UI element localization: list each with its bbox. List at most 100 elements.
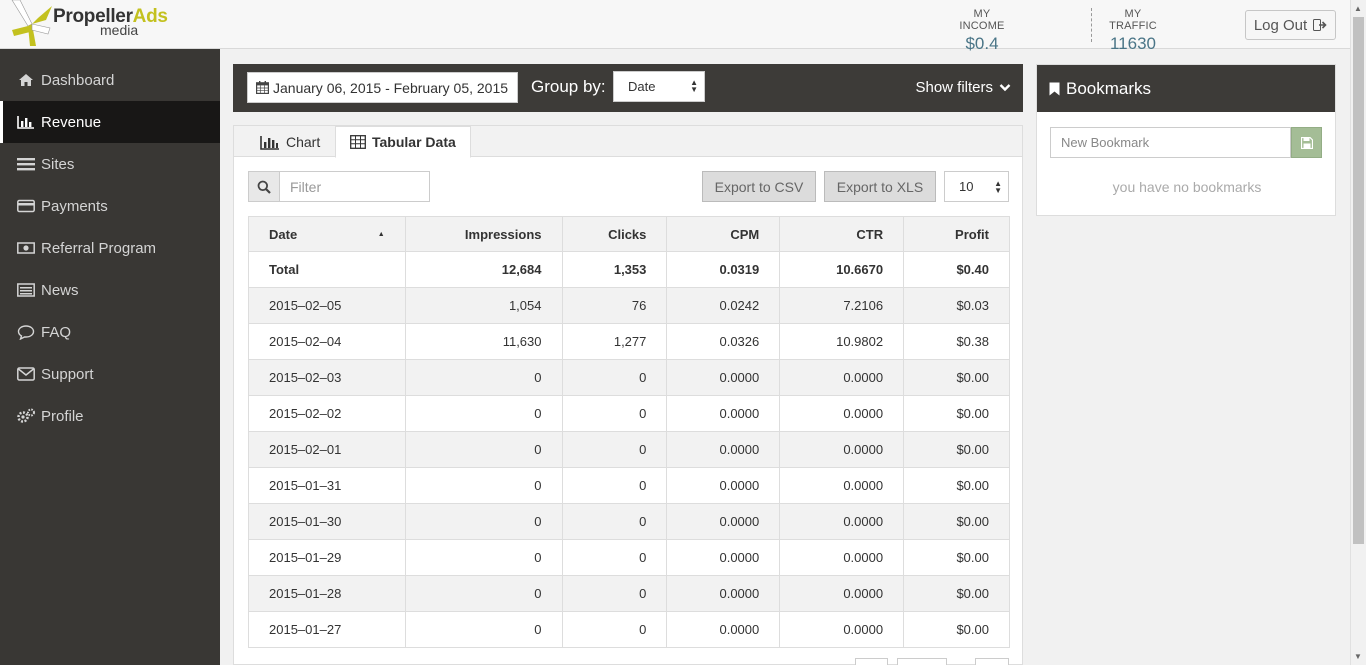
pagination-next-button[interactable] xyxy=(975,658,1009,665)
sidebar: Dashboard Revenue Sites Payments Referra… xyxy=(0,49,220,665)
table-cell: 2015–01–30 xyxy=(248,503,406,540)
gears-icon xyxy=(16,408,36,424)
table-cell: 0 xyxy=(561,359,668,396)
table-cell: 0 xyxy=(561,503,668,540)
group-by-select[interactable]: Date ▲ ▼ xyxy=(613,71,705,102)
export-xls-button[interactable]: Export to XLS xyxy=(824,171,936,202)
table-cell: 0.0326 xyxy=(666,323,781,360)
credit-card-icon xyxy=(16,198,36,214)
comment-icon xyxy=(16,324,36,340)
sidebar-item-label: Sites xyxy=(41,155,75,173)
bookmarks-header: Bookmarks xyxy=(1037,65,1335,112)
date-range-value: January 06, 2015 - February 05, 2015 xyxy=(273,79,509,96)
bookmarks-empty-message: you have no bookmarks xyxy=(1112,179,1262,195)
table-total-row: Total 12,684 1,353 0.0319 10.6670 $0.40 xyxy=(248,251,1010,288)
table-cell: 1,277 xyxy=(561,323,668,360)
save-bookmark-button[interactable] xyxy=(1291,127,1322,158)
sidebar-item-label: Revenue xyxy=(41,113,102,131)
table-cell: 0.0000 xyxy=(666,359,781,396)
column-header-clicks[interactable]: Clicks xyxy=(561,216,668,252)
tab-chart[interactable]: Chart xyxy=(246,126,334,158)
table-cell: 2015–02–05 xyxy=(248,287,406,324)
sign-out-icon xyxy=(1313,19,1327,31)
table-row: 2015–01–31 0 0 0.0000 0.0000 $0.00 xyxy=(248,467,1010,504)
sidebar-item-faq[interactable]: FAQ xyxy=(0,311,220,353)
scrollbar-thumb[interactable] xyxy=(1353,17,1364,544)
propeller-logo-icon xyxy=(11,0,52,46)
sidebar-item-support[interactable]: Support xyxy=(0,353,220,395)
scroll-down-arrow-icon[interactable]: ▼ xyxy=(1354,652,1362,661)
sidebar-item-label: News xyxy=(41,281,79,299)
logo-subtitle: media xyxy=(100,22,139,38)
table-cell: 1,054 xyxy=(404,287,563,324)
sidebar-item-profile[interactable]: Profile xyxy=(0,395,220,437)
table-row: 2015–02–05 1,054 76 0.0242 7.2106 $0.03 xyxy=(248,287,1010,324)
table-cell: 2015–01–27 xyxy=(248,611,406,648)
new-bookmark-input[interactable] xyxy=(1050,127,1291,158)
sidebar-item-revenue[interactable]: Revenue xyxy=(0,101,220,143)
revenue-table: Date ▲ Impressions Clicks CPM CTR Profit … xyxy=(248,216,1010,648)
column-header-cpm[interactable]: CPM xyxy=(666,216,781,252)
column-header-ctr[interactable]: CTR xyxy=(779,216,905,252)
table-cell: 2015–02–04 xyxy=(248,323,406,360)
sidebar-item-dashboard[interactable]: Dashboard xyxy=(0,59,220,101)
table-cell: 0.0000 xyxy=(779,467,905,504)
sidebar-item-news[interactable]: News xyxy=(0,269,220,311)
sidebar-item-sites[interactable]: Sites xyxy=(0,143,220,185)
table-cell: $0.00 xyxy=(903,431,1010,468)
column-header-impressions[interactable]: Impressions xyxy=(404,216,563,252)
propellerads-logo[interactable]: PropellerAds media xyxy=(10,0,170,48)
table-cell: $0.00 xyxy=(903,575,1010,612)
table-cell: 0 xyxy=(404,503,563,540)
table-cell: 10.6670 xyxy=(779,251,905,288)
group-by-value: Date xyxy=(628,79,656,94)
sort-asc-icon: ▲ xyxy=(377,230,385,238)
export-csv-button[interactable]: Export to CSV xyxy=(702,171,816,202)
show-filters-toggle[interactable]: Show filters xyxy=(915,79,1011,96)
table-row: 2015–02–03 0 0 0.0000 0.0000 $0.00 xyxy=(248,359,1010,396)
log-out-button[interactable]: Log Out xyxy=(1245,10,1336,40)
scroll-up-arrow-icon[interactable]: ▲ xyxy=(1354,4,1362,13)
table-row: 2015–02–04 11,630 1,277 0.0326 10.9802 $0.38 xyxy=(248,323,1010,360)
filter-input[interactable] xyxy=(280,172,428,201)
table-icon xyxy=(350,135,366,149)
sidebar-nav: Dashboard Revenue Sites Payments Referra… xyxy=(0,49,220,437)
sidebar-item-payments[interactable]: Payments xyxy=(0,185,220,227)
table-cell: Total xyxy=(248,251,406,288)
date-range-picker[interactable]: January 06, 2015 - February 05, 2015 xyxy=(247,72,518,103)
column-header-date[interactable]: Date ▲ xyxy=(248,216,406,252)
search-button[interactable] xyxy=(249,172,280,201)
sidebar-item-label: Dashboard xyxy=(41,71,115,89)
floppy-disk-icon xyxy=(1300,136,1313,149)
table-row: 2015–01–28 0 0 0.0000 0.0000 $0.00 xyxy=(248,575,1010,612)
select-caret-icon: ▲ ▼ xyxy=(994,179,1002,195)
table-cell: $0.38 xyxy=(903,323,1010,360)
table-cell: 0.0000 xyxy=(666,575,781,612)
table-cell: $0.00 xyxy=(903,467,1010,504)
pagination-prev-button[interactable] xyxy=(855,658,888,665)
bookmarks-panel: Bookmarks you have no bookmarks xyxy=(1036,64,1336,216)
pagination-page-input[interactable] xyxy=(897,658,947,665)
table-cell: 0.0319 xyxy=(666,251,781,288)
table-cell: 2015–02–02 xyxy=(248,395,406,432)
tab-tabular-label: Tabular Data xyxy=(372,134,456,150)
rows-per-page-select[interactable]: 10 ▲ ▼ xyxy=(944,171,1009,202)
table-cell: 0.0000 xyxy=(666,611,781,648)
column-header-profit[interactable]: Profit xyxy=(903,216,1010,252)
tab-tabular-data[interactable]: Tabular Data xyxy=(335,126,471,158)
table-cell: $0.00 xyxy=(903,539,1010,576)
table-cell: 0 xyxy=(404,611,563,648)
sidebar-item-referral-program[interactable]: Referral Program xyxy=(0,227,220,269)
table-cell: 0 xyxy=(404,539,563,576)
table-cell: 0.0000 xyxy=(666,539,781,576)
table-cell: $0.00 xyxy=(903,503,1010,540)
table-cell: 0.0000 xyxy=(779,575,905,612)
page-scrollbar[interactable]: ▲ ▼ xyxy=(1350,0,1366,665)
my-income-stat: MY INCOME $0.4 xyxy=(950,8,1014,54)
table-cell: 2015–01–29 xyxy=(248,539,406,576)
table-cell: $0.00 xyxy=(903,395,1010,432)
table-cell: 11,630 xyxy=(404,323,563,360)
report-tabs: Chart Tabular Data xyxy=(234,126,1022,158)
top-header: PropellerAds media MY INCOME $0.4 MY TRA… xyxy=(0,0,1350,53)
table-row: 2015–02–01 0 0 0.0000 0.0000 $0.00 xyxy=(248,431,1010,468)
